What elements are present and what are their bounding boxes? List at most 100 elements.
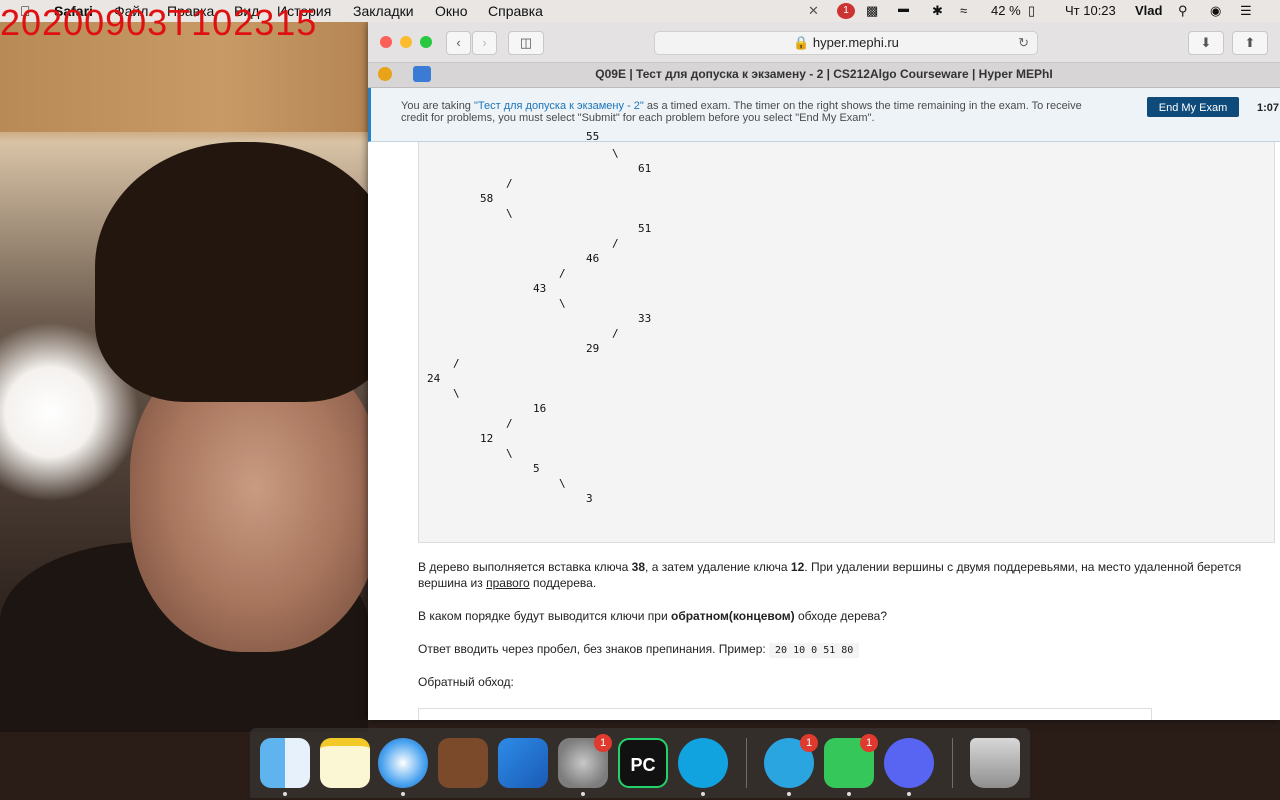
tab-bar: Q09E | Тест для допуска к экзамену - 2 |… — [368, 63, 1280, 88]
user-name[interactable]: Vlad — [1135, 3, 1162, 18]
pycharm-icon[interactable]: PC — [618, 738, 668, 788]
browser-toolbar: ‹ › ◫ 🔒 hyper.mephi.ru ↻ ⬇ ⬆ — [368, 22, 1280, 63]
end-my-exam-button[interactable]: End My Exam — [1147, 97, 1239, 117]
exam-message: You are taking "Тест для допуска к экзам… — [401, 100, 1101, 124]
running-indicator — [401, 792, 405, 796]
close-window-button[interactable] — [380, 36, 392, 48]
clock[interactable]: Чт 10:23 — [1065, 3, 1116, 18]
running-indicator — [701, 792, 705, 796]
spotlight-search-icon[interactable]: ⚲ — [1178, 3, 1188, 19]
notes-icon[interactable] — [320, 738, 370, 788]
tree-node: 51 — [638, 222, 652, 235]
subtree-side: правого — [486, 576, 530, 590]
text: В каком порядке будут выводится ключи пр… — [418, 609, 671, 623]
tree-edge: \ — [612, 147, 619, 160]
menu-help[interactable]: Справка — [488, 3, 543, 19]
menu-bookmarks[interactable]: Закладки — [353, 3, 414, 19]
traversal-type: обратном(концевом) — [670, 609, 795, 623]
key-delete: 12 — [790, 560, 805, 574]
running-indicator — [907, 792, 911, 796]
notification-icon[interactable]: 1 — [837, 3, 855, 19]
discord-icon[interactable] — [884, 738, 934, 796]
tree-edge: \ — [559, 297, 566, 310]
webcam-feed — [0, 22, 368, 732]
zoom-window-button[interactable] — [420, 36, 432, 48]
finder-icon[interactable] — [260, 738, 310, 796]
tree-node: 24 — [427, 372, 441, 385]
downloads-button[interactable]: ⬇ — [1188, 31, 1224, 55]
tree-edge: \ — [506, 447, 513, 460]
text: , а затем удаление ключа — [645, 560, 791, 574]
tree-node: 43 — [533, 282, 547, 295]
timed-exam-banner: You are taking "Тест для допуска к экзам… — [368, 88, 1280, 142]
tree-node: 5 — [533, 462, 540, 475]
tree-node: 55 — [586, 130, 600, 143]
exam-link[interactable]: "Тест для допуска к экзамену - 2" — [474, 100, 644, 112]
tree-node: 16 — [533, 402, 547, 415]
url-text: hyper.mephi.ru — [812, 35, 899, 50]
skype-icon[interactable] — [678, 738, 728, 796]
notification-center-icon[interactable]: ☰ — [1240, 3, 1252, 19]
timestamp-watermark: 20200903T102315 — [0, 2, 318, 43]
tree-edge: / — [612, 327, 619, 340]
question-paragraph-1: В дерево выполняется вставка ключа 38, а… — [418, 559, 1248, 591]
flag-us-icon[interactable]: ▬ — [898, 3, 909, 15]
text: В дерево выполняется вставка ключа — [418, 560, 632, 574]
running-indicator — [787, 792, 791, 796]
xcode-icon[interactable] — [498, 738, 548, 788]
trash-icon[interactable] — [970, 738, 1020, 788]
exam-timer: 1:07: — [1257, 102, 1280, 114]
pen-icon[interactable]: ✕ — [808, 3, 819, 19]
forward-button[interactable]: › — [472, 31, 497, 55]
question-paragraph-2: В каком порядке будут выводится ключи пр… — [418, 608, 1248, 624]
dock-separator — [952, 738, 953, 788]
siri-icon[interactable]: ◉ — [1210, 3, 1221, 19]
running-indicator — [581, 792, 585, 796]
tree-diagram: 55 \ 61 / 58 \ 51 / 46 / 43 \ 33 / 29 / … — [418, 130, 1275, 543]
answer-input[interactable] — [418, 708, 1152, 720]
tree-node: 61 — [638, 162, 652, 175]
badge: 1 — [800, 734, 818, 752]
safari-icon[interactable] — [378, 738, 428, 796]
tree-edge: \ — [559, 477, 566, 490]
tree-node: 46 — [586, 252, 600, 265]
key-insert: 38 — [631, 560, 646, 574]
tree-node: 33 — [638, 312, 652, 325]
tree-edge: / — [559, 267, 566, 280]
tree-edge: / — [453, 357, 460, 370]
battery-icon[interactable]: ▯ — [1028, 3, 1035, 19]
badge: 1 — [860, 734, 878, 752]
dock: 1 PC 1 1 — [250, 728, 1030, 798]
tab-title[interactable]: Q09E | Тест для допуска к экзамену - 2 |… — [368, 67, 1280, 81]
tree-edge: / — [506, 417, 513, 430]
answer-label: Обратный обход: — [418, 675, 514, 689]
tree-node: 3 — [586, 492, 593, 505]
address-bar[interactable]: 🔒 hyper.mephi.ru ↻ — [654, 31, 1038, 55]
system-preferences-icon[interactable]: 1 — [558, 734, 612, 796]
facetime-icon[interactable]: 1 — [824, 734, 878, 796]
bluetooth-icon[interactable]: ✱ — [932, 3, 943, 19]
tree-edge: \ — [506, 207, 513, 220]
messages-icon[interactable]: ▩ — [866, 3, 878, 19]
menu-window[interactable]: Окно — [435, 3, 468, 19]
running-indicator — [847, 792, 851, 796]
badge: 1 — [594, 734, 612, 752]
tree-edge: / — [506, 177, 513, 190]
tree-edge: / — [612, 237, 619, 250]
guitar-icon[interactable] — [438, 738, 488, 788]
share-button[interactable]: ⬆ — [1232, 31, 1268, 55]
reload-icon[interactable]: ↻ — [1018, 32, 1029, 54]
tree-edge: \ — [453, 387, 460, 400]
battery-percent[interactable]: 42 % — [991, 3, 1021, 18]
sidebar-button[interactable]: ◫ — [508, 31, 544, 55]
answer-example: 20 10 0 51 80 — [769, 643, 860, 658]
problem-content: 55 \ 61 / 58 \ 51 / 46 / 43 \ 33 / 29 / … — [368, 130, 1280, 720]
text: обходе дерева? — [794, 609, 888, 623]
wifi-icon[interactable]: ≈ — [960, 3, 967, 18]
webcam-person-hair — [95, 142, 368, 402]
back-button[interactable]: ‹ — [446, 31, 471, 55]
telegram-icon[interactable]: 1 — [764, 734, 818, 796]
tree-node: 58 — [480, 192, 494, 205]
minimize-window-button[interactable] — [400, 36, 412, 48]
dock-separator — [746, 738, 747, 788]
